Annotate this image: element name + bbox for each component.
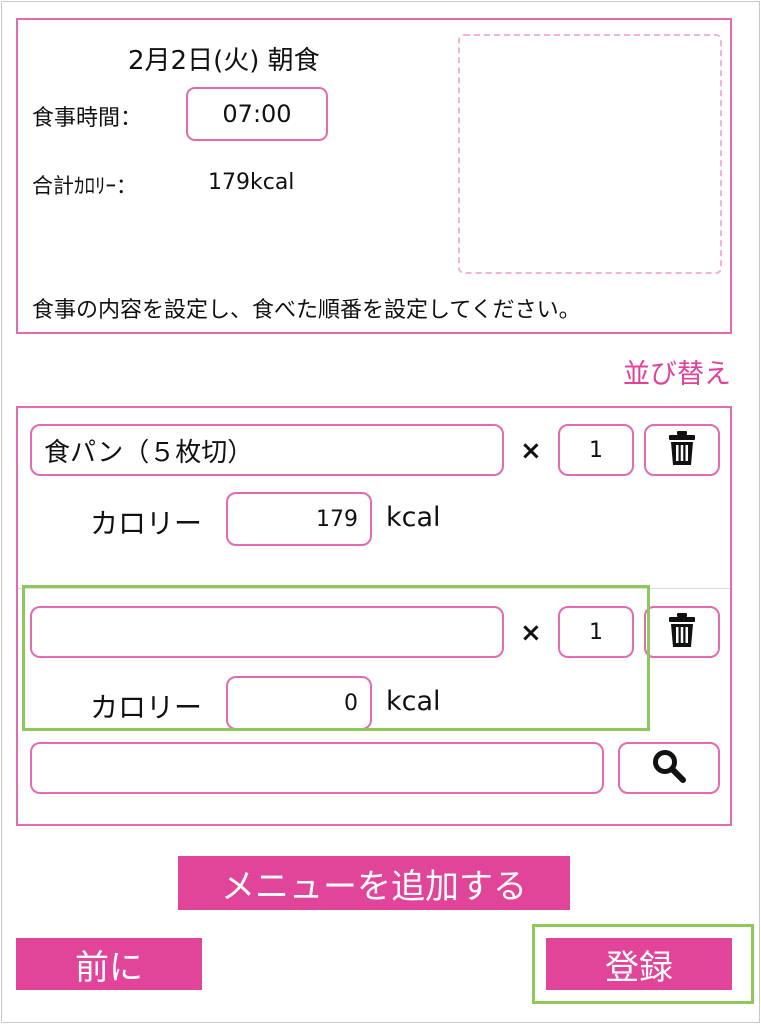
search-button[interactable] bbox=[618, 742, 720, 794]
meal-time-label: 食事時間： bbox=[32, 106, 143, 131]
total-calorie-value: 179kcal bbox=[208, 170, 295, 195]
sort-link[interactable]: 並び替え bbox=[623, 352, 731, 391]
calorie-label: カロリー bbox=[90, 507, 203, 540]
search-icon bbox=[652, 749, 686, 787]
kcal-unit: kcal bbox=[386, 502, 441, 533]
total-calorie-label: 合計ｶﾛﾘｰ： bbox=[32, 174, 137, 198]
register-button[interactable]: 登録 bbox=[546, 938, 732, 990]
calorie-input[interactable]: 179 bbox=[226, 492, 372, 546]
prev-button[interactable]: 前に bbox=[16, 938, 202, 990]
photo-placeholder[interactable] bbox=[458, 34, 722, 274]
trash-icon bbox=[668, 431, 696, 469]
instruction-text: 食事の内容を設定し、食べた順番を設定してください。 bbox=[32, 298, 581, 323]
multiply-sign: × bbox=[520, 436, 542, 466]
delete-button[interactable] bbox=[644, 424, 720, 476]
trash-icon bbox=[668, 613, 696, 651]
add-menu-button[interactable]: メニューを追加する bbox=[178, 856, 570, 910]
meal-time-input[interactable]: 07:00 bbox=[186, 87, 328, 141]
quantity-input[interactable]: 1 bbox=[558, 424, 634, 476]
menu-name-input[interactable]: 食パン（５枚切） bbox=[30, 424, 504, 476]
highlight-frame bbox=[22, 585, 650, 731]
menu-search-input[interactable] bbox=[30, 742, 604, 794]
meal-title: 2月2日(火) 朝食 bbox=[128, 46, 320, 76]
delete-button[interactable] bbox=[644, 606, 720, 658]
meal-summary-panel: 2月2日(火) 朝食 食事時間： 07:00 合計ｶﾛﾘｰ： 179kcal 食… bbox=[16, 18, 732, 334]
